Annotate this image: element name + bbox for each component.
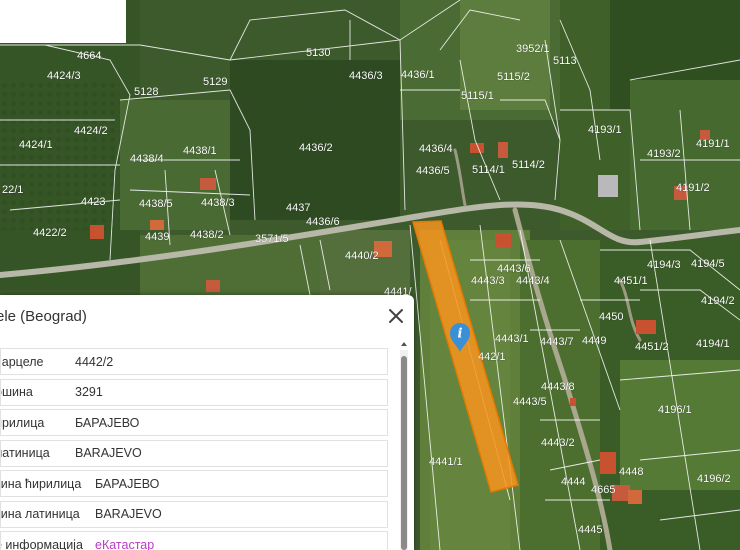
info-table: парцеле 4442/2 ршина 3291 ирилица БАРАЈЕ… (0, 348, 388, 550)
row-key: е информација (0, 537, 83, 550)
parcel-label: 5115/2 (497, 71, 530, 83)
parcel-label: 4424/1 (19, 139, 53, 151)
parcel-label: 5114/2 (512, 159, 545, 171)
row-key: латиница (0, 446, 50, 460)
parcel-label: 4424/3 (47, 70, 81, 82)
parcel-label: 4438/2 (190, 229, 224, 241)
parcel-label: 4436/2 (299, 142, 333, 154)
parcel-label: 4436/1 (401, 69, 435, 81)
table-row: латиница BARAJEVO (0, 439, 388, 467)
parcel-label: 4193/1 (588, 124, 622, 136)
parcel-label: 4422/2 (33, 227, 67, 239)
parcel-label: 4436/4 (419, 143, 453, 155)
scroll-up-arrow-icon[interactable] (400, 340, 408, 348)
parcel-label: 4438/4 (130, 153, 164, 165)
parcel-label: 5129 (203, 76, 227, 88)
parcel-label: 3571/5 (255, 233, 289, 245)
panel-scrollbar[interactable] (400, 350, 408, 550)
parcel-label: 4437 (286, 202, 310, 214)
row-value: БАРАЈЕВО (95, 476, 160, 491)
parcel-label: 4440/2 (345, 250, 379, 262)
row-key: тина латиница (0, 507, 80, 521)
table-row: е информација еКатастар (0, 531, 388, 550)
parcel-label: 4438/5 (139, 198, 173, 210)
parcel-label: 5130 (306, 47, 330, 59)
table-row: ршина 3291 (0, 378, 388, 406)
parcel-label: 4444 (561, 476, 585, 488)
parcel-label: 4439 (145, 231, 169, 243)
row-value: БАРАЈЕВО (75, 415, 140, 430)
parcel-label: 4451/1 (614, 275, 648, 287)
scrollbar-thumb[interactable] (401, 356, 407, 550)
parcel-label: 4443/7 (540, 336, 574, 348)
parcel-label: 4451/2 (635, 341, 669, 353)
parcel-label: 4194/1 (696, 338, 730, 350)
parcel-label: 442/1 (478, 351, 506, 363)
row-key: парцеле (1, 354, 44, 369)
parcel-label: 4436/3 (349, 70, 383, 82)
parcel-label: 4443/4 (516, 275, 550, 287)
ekatastar-link[interactable]: еКатастар (95, 538, 387, 550)
row-key: ирилица (1, 415, 45, 430)
parcel-label: 4191/1 (696, 138, 730, 150)
parcel-label: 4441/1 (429, 456, 463, 468)
parcel-label: 4665 (591, 484, 615, 496)
parcel-label: 4448 (619, 466, 643, 478)
parcel-label: 4443/1 (495, 333, 529, 345)
parcel-label: 4191/2 (676, 182, 710, 194)
parcel-label: 4194/2 (701, 295, 735, 307)
parcel-label: 4436/5 (416, 165, 450, 177)
close-icon[interactable] (384, 304, 408, 328)
table-row: тина ћирилица БАРАЈЕВО (0, 470, 388, 497)
parcel-label: 4443/3 (471, 275, 505, 287)
svg-text:i: i (458, 327, 463, 342)
table-row: ирилица БАРАЈЕВО (0, 409, 388, 436)
overlay-blank-box (0, 0, 126, 43)
row-value: BARAJEVO (95, 507, 162, 521)
parcel-label: 4194/5 (691, 258, 725, 270)
parcel-label: 4194/3 (647, 259, 681, 271)
parcel-label: 4443/8 (541, 381, 575, 393)
parcel-label: 5113 (553, 55, 577, 67)
row-key: тина ћирилица (0, 476, 82, 491)
parcel-label: 4196/1 (658, 404, 692, 416)
parcel-label: 4193/2 (647, 148, 681, 160)
parcel-label: 4424/2 (74, 125, 108, 137)
parcel-label: 4443/6 (497, 263, 531, 275)
row-value: BARAJEVO (75, 446, 142, 460)
parcel-label: 4436/6 (306, 216, 340, 228)
parcel-label: 22/1 (2, 184, 23, 196)
parcel-label: 5128 (134, 86, 158, 98)
parcel-label: 4449 (582, 335, 606, 347)
parcel-label: 4423 (81, 196, 105, 208)
parcel-label: 4443/2 (541, 437, 575, 449)
parcel-label: 4438/3 (201, 197, 235, 209)
parcel-info-panel: ele (Beograd) парцеле 4442/2 ршина 3291 … (0, 295, 414, 550)
parcel-label: 4664 (77, 50, 101, 62)
parcel-label: 4196/2 (697, 473, 731, 485)
parcel-label: 4438/1 (183, 145, 217, 157)
row-value: 3291 (75, 385, 103, 399)
panel-title: ele (Beograd) (0, 308, 87, 325)
table-row: тина латиница BARAJEVO (0, 500, 388, 528)
parcel-label: 5115/1 (461, 90, 494, 102)
table-row: парцеле 4442/2 (0, 348, 388, 375)
row-key: ршина (1, 385, 33, 399)
parcel-label: 3952/1 (516, 43, 550, 55)
parcel-label: 5114/1 (472, 164, 505, 176)
parcel-label: 4450 (599, 311, 623, 323)
parcel-label: 4443/5 (513, 396, 547, 408)
parcel-label: 4445 (578, 524, 602, 536)
row-value: 4442/2 (75, 354, 114, 369)
